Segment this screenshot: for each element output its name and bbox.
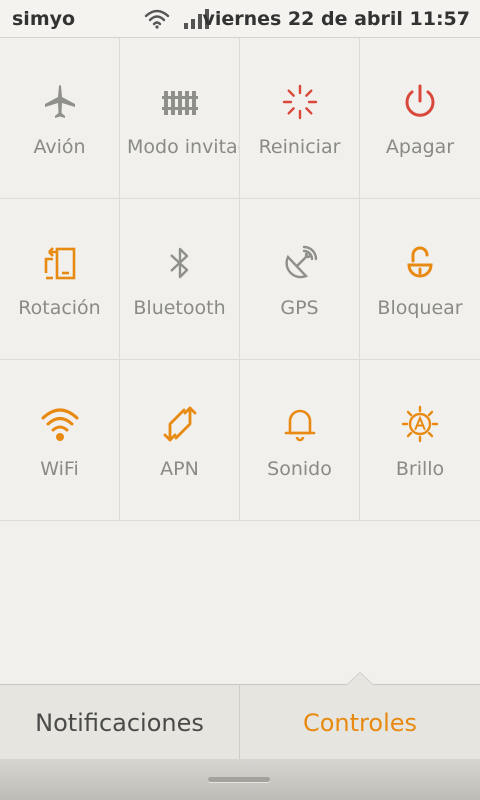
toggle-label: Brillo	[395, 458, 445, 480]
toggle-label: Avión	[33, 136, 86, 158]
toggle-reboot[interactable]: Reiniciar	[240, 38, 360, 199]
data-arrows-icon	[163, 406, 196, 442]
reboot-icon	[282, 84, 317, 120]
drag-handle[interactable]	[208, 777, 270, 782]
toggle-label: WiFi	[40, 458, 79, 480]
toggle-label: Modo invitado	[127, 136, 239, 158]
toggle-label: Sonido	[267, 458, 332, 480]
active-tab-indicator	[347, 673, 373, 685]
toggle-wifi[interactable]: WiFi	[0, 360, 120, 521]
toggle-label: APN	[160, 458, 199, 480]
toggle-label: GPS	[280, 297, 319, 319]
toggle-lock[interactable]: Bloquear	[360, 199, 480, 360]
tab-controls[interactable]: Controles	[240, 685, 480, 760]
toggle-label: Rotación	[18, 297, 101, 319]
toggle-airplane[interactable]: Avión	[0, 38, 120, 199]
bluetooth-icon	[169, 247, 188, 279]
airplane-icon	[44, 85, 75, 118]
toggle-label: Apagar	[385, 136, 455, 158]
rotation-icon	[44, 247, 75, 280]
toggle-apn[interactable]: APN	[120, 360, 240, 521]
bell-icon	[284, 409, 315, 442]
fence-icon	[161, 91, 198, 115]
toggle-gps[interactable]: GPS	[240, 199, 360, 360]
status-bar: simyo viernes 22 de abril 11:57	[0, 0, 480, 38]
toggle-brightness[interactable]: Brillo	[360, 360, 480, 521]
toggle-bluetooth[interactable]: Bluetooth	[120, 199, 240, 360]
wifi-icon	[144, 9, 170, 29]
power-icon	[405, 84, 435, 117]
tab-notifications[interactable]: Notificaciones	[0, 685, 240, 760]
toggle-power-off[interactable]: Apagar	[360, 38, 480, 199]
toggle-sound[interactable]: Sonido	[240, 360, 360, 521]
toggle-label: Bloquear	[377, 297, 463, 319]
brightness-icon	[401, 405, 439, 443]
toggle-rotation[interactable]: Rotación	[0, 199, 120, 360]
status-datetime: viernes 22 de abril 11:57	[202, 8, 470, 30]
gps-icon	[284, 245, 317, 279]
panel-tabs: Notificaciones Controles	[0, 672, 480, 760]
quick-settings-grid: Avión Modo invitado	[0, 38, 480, 521]
toggle-label: Bluetooth	[133, 297, 226, 319]
toggle-label: Reiniciar	[258, 136, 341, 158]
wifi-icon	[41, 408, 78, 441]
toggle-guest-mode[interactable]: Modo invitado	[120, 38, 240, 199]
lock-icon	[407, 246, 433, 278]
panel-drag-bar[interactable]	[0, 759, 480, 800]
carrier-name: simyo	[12, 8, 76, 30]
